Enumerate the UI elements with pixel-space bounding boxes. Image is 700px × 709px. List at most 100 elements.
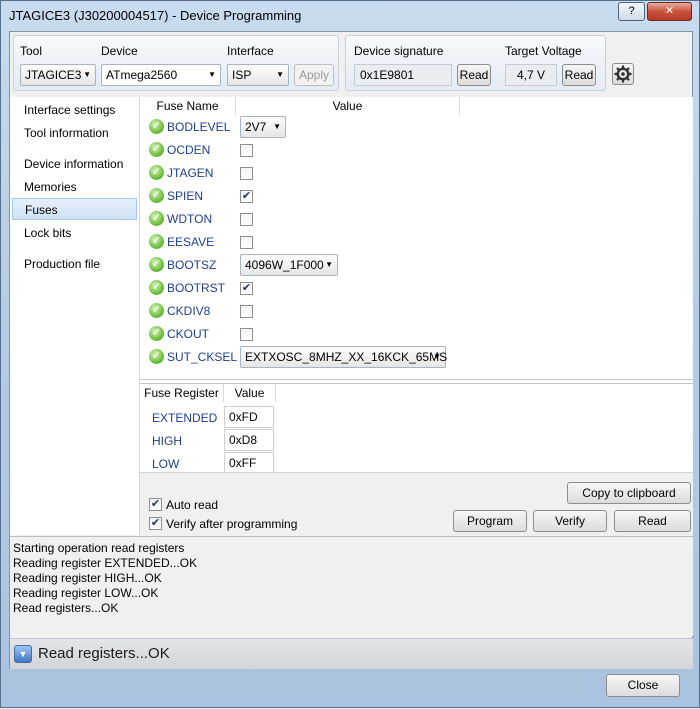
chevron-down-icon: ▼ — [83, 70, 91, 79]
device-signature-field: 0x1E9801 — [354, 64, 452, 86]
status-text: Read registers...OK — [38, 645, 170, 662]
tool-group: Tool JTAGICE3 ▼ Device ATmega2560 ▼ Inte… — [13, 35, 339, 91]
fuse-name: CKDIV8 — [167, 304, 211, 318]
log-line: Reading register LOW...OK — [13, 586, 159, 600]
fuse-name: BODLEVEL — [167, 120, 231, 134]
fuse-checkbox[interactable] — [240, 305, 253, 318]
fuses-panel: Fuse Name Value ✓ BODLEVEL 2V7 ▼ ✓ OCDEN ✓ JTAG… — [140, 97, 693, 535]
nav-item-fuses[interactable]: Fuses — [12, 198, 137, 220]
apply-button[interactable]: Apply — [294, 64, 334, 86]
program-button[interactable]: Program — [453, 510, 527, 532]
register-name-low: LOW — [152, 457, 180, 471]
register-name-header: Fuse Register — [140, 384, 224, 402]
gear-icon — [614, 65, 632, 83]
device-select[interactable]: ATmega2560 ▼ — [101, 64, 221, 86]
window-close-button[interactable]: ✕ — [647, 2, 692, 21]
fuse-row-sut-cksel: ✓ SUT_CKSEL EXTXOSC_8MHZ_XX_16KCK_65MS ▼ — [140, 346, 693, 369]
nav-item-interface-settings[interactable]: Interface settings — [12, 99, 137, 121]
device-signature-label: Device signature — [354, 44, 444, 58]
fuse-row-ckout: ✓ CKOUT — [140, 323, 693, 346]
interface-select[interactable]: ISP ▼ — [227, 64, 289, 86]
sidebar-nav: Interface settings Tool information Devi… — [10, 97, 140, 535]
register-name-high: HIGH — [152, 434, 182, 448]
verify-button[interactable]: Verify — [533, 510, 607, 532]
fuse-actions: ✔ Auto read ✔ Verify after programming C… — [140, 472, 693, 536]
fuse-checkbox[interactable] — [240, 328, 253, 341]
voltage-read-button[interactable]: Read — [562, 64, 596, 86]
fuse-name: SPIEN — [167, 189, 204, 203]
check-ok-icon: ✓ — [149, 119, 164, 134]
fuse-name: SUT_CKSEL — [167, 350, 238, 364]
check-ok-icon: ✓ — [149, 188, 164, 203]
register-value-header: Value — [224, 384, 276, 402]
fuse-checkbox[interactable] — [240, 144, 253, 157]
output-log: Starting operation read registers Readin… — [10, 536, 693, 636]
chevron-down-icon: ▼ — [276, 70, 284, 79]
window-title: JTAGICE3 (J30200004517) - Device Program… — [9, 8, 302, 23]
nav-item-device-information[interactable]: Device information — [12, 153, 137, 175]
status-bar: ▼ Read registers...OK — [10, 638, 693, 669]
interface-label: Interface — [227, 44, 274, 58]
tool-select[interactable]: JTAGICE3 ▼ — [20, 64, 96, 86]
nav-item-tool-information[interactable]: Tool information — [12, 122, 137, 144]
fuse-row-spien: ✓ SPIEN ✔ — [140, 185, 693, 208]
fuse-name-header: Fuse Name — [140, 97, 236, 115]
device-select-value: ATmega2560 — [106, 68, 178, 82]
fuse-select[interactable]: 4096W_1F000 ▼ — [240, 254, 338, 276]
client-area: Tool JTAGICE3 ▼ Device ATmega2560 ▼ Inte… — [9, 31, 693, 669]
chevron-down-icon: ▼ — [433, 352, 441, 361]
fuse-row-ocden: ✓ OCDEN — [140, 139, 693, 162]
fuse-name: OCDEN — [167, 143, 211, 157]
read-button[interactable]: Read — [614, 510, 691, 532]
fuse-row-wdton: ✓ WDTON — [140, 208, 693, 231]
fuse-checkbox[interactable] — [240, 167, 253, 180]
chevron-down-icon[interactable]: ▼ — [14, 645, 32, 663]
fuse-row-ckdiv8: ✓ CKDIV8 — [140, 300, 693, 323]
tool-label: Tool — [20, 44, 43, 58]
fuse-select[interactable]: 2V7 ▼ — [240, 116, 286, 138]
copy-to-clipboard-button[interactable]: Copy to clipboard — [567, 482, 691, 504]
register-value-low[interactable]: 0xFF — [224, 452, 274, 474]
check-ok-icon: ✓ — [149, 349, 164, 364]
nav-item-memories[interactable]: Memories — [12, 176, 137, 198]
fuse-grid: Fuse Name Value ✓ BODLEVEL 2V7 ▼ ✓ OCDEN ✓ JTAG… — [140, 97, 693, 380]
check-ok-icon: ✓ — [149, 280, 164, 295]
fuse-row-jtagen: ✓ JTAGEN — [140, 162, 693, 185]
log-line: Starting operation read registers — [13, 541, 185, 555]
check-ok-icon: ✓ — [149, 303, 164, 318]
fuse-checkbox[interactable]: ✔ — [240, 190, 253, 203]
signature-group: Device signature 0x1E9801 Read Target Vo… — [345, 35, 606, 91]
fuse-select-value: 4096W_1F000 — [245, 258, 324, 272]
fuse-checkbox[interactable] — [240, 213, 253, 226]
fuse-checkbox[interactable] — [240, 236, 253, 249]
fuse-name: CKOUT — [167, 327, 209, 341]
fuse-select-value: EXTXOSC_8MHZ_XX_16KCK_65MS — [245, 350, 448, 364]
fuse-row-eesave: ✓ EESAVE — [140, 231, 693, 254]
check-ok-icon: ✓ — [149, 326, 164, 341]
fuse-row-bodlevel: ✓ BODLEVEL 2V7 ▼ — [140, 116, 693, 139]
fuse-name: EESAVE — [167, 235, 215, 249]
dialog-footer: Close — [1, 669, 700, 709]
device-programming-window: JTAGICE3 (J30200004517) - Device Program… — [0, 0, 700, 708]
settings-button[interactable] — [612, 63, 634, 85]
nav-item-lock-bits[interactable]: Lock bits — [12, 222, 137, 244]
verify-after-programming-checkbox[interactable]: ✔ — [149, 517, 162, 530]
check-ok-icon: ✓ — [149, 165, 164, 180]
nav-item-production-file[interactable]: Production file — [12, 253, 137, 275]
auto-read-label: Auto read — [166, 498, 219, 512]
signature-read-button[interactable]: Read — [457, 64, 491, 86]
close-button[interactable]: Close — [606, 674, 680, 697]
fuse-checkbox[interactable]: ✔ — [240, 282, 253, 295]
chevron-down-icon: ▼ — [208, 70, 216, 79]
register-value-extended[interactable]: 0xFD — [224, 406, 274, 428]
interface-select-value: ISP — [232, 68, 252, 82]
fuse-name: BOOTSZ — [167, 258, 217, 272]
help-button[interactable]: ? — [618, 2, 645, 21]
fuse-select[interactable]: EXTXOSC_8MHZ_XX_16KCK_65MS ▼ — [240, 346, 448, 368]
register-value-high[interactable]: 0xD8 — [224, 429, 274, 451]
tool-select-value: JTAGICE3 — [25, 68, 82, 82]
auto-read-checkbox[interactable]: ✔ — [149, 498, 162, 511]
fuse-select-value: 2V7 — [245, 120, 267, 134]
device-label: Device — [101, 44, 138, 58]
log-line: Read registers...OK — [13, 601, 119, 615]
